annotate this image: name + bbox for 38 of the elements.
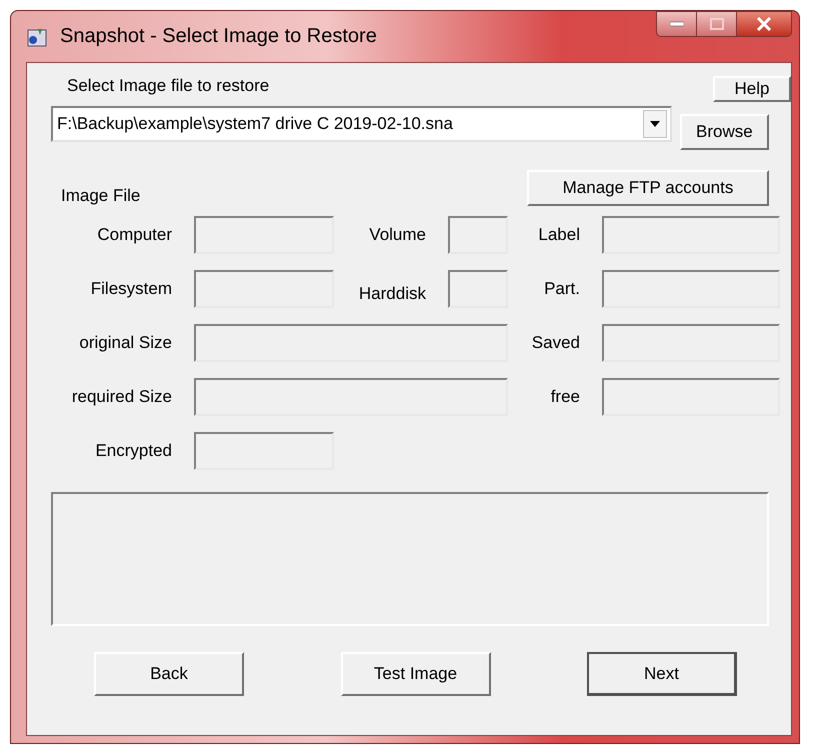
close-button[interactable] [736, 11, 792, 37]
window-title: Snapshot - Select Image to Restore [60, 25, 377, 48]
dialog-button[interactable]: Test Image [340, 652, 490, 696]
read-only-field[interactable] [602, 270, 780, 308]
read-only-field[interactable] [194, 432, 334, 470]
read-only-field[interactable] [602, 324, 780, 362]
field-label: Volume [368, 225, 427, 245]
read-only-field[interactable] [194, 216, 334, 254]
read-only-field[interactable] [448, 216, 508, 254]
read-only-field[interactable] [602, 216, 780, 254]
field-label: Part. [543, 279, 581, 299]
help-button[interactable]: Help [713, 76, 791, 102]
image-file-dropdown[interactable]: F:\Backup\example\system7 drive C 2019-02-10.sna [51, 106, 672, 142]
dialog-button[interactable]: Next [587, 652, 737, 696]
field-label: Encrypted [94, 441, 173, 461]
manage-ftp-button[interactable]: Manage FTP accounts [527, 170, 769, 206]
maximize-button[interactable] [696, 11, 736, 37]
dialog-button[interactable]: Back [94, 652, 244, 696]
field-label: original Size [78, 333, 173, 353]
close-icon [756, 17, 772, 31]
field-label: Harddisk [358, 284, 427, 305]
section-label: Image File [61, 186, 140, 206]
field-label: free [550, 387, 581, 407]
browse-button[interactable]: Browse [680, 114, 769, 150]
read-only-field[interactable] [602, 378, 780, 416]
field-label: Select Image file to restore [66, 76, 270, 97]
field-label: Label [537, 225, 581, 245]
read-only-field[interactable] [448, 270, 508, 308]
maximize-icon [710, 18, 724, 30]
read-only-field[interactable] [194, 324, 508, 362]
field-label: Filesystem [90, 279, 173, 299]
field-label: Saved [530, 333, 581, 353]
field-label: Computer [96, 225, 173, 245]
field-label: required Size [70, 387, 173, 407]
read-only-field[interactable] [194, 270, 334, 308]
minimize-icon [670, 21, 684, 27]
minimize-button[interactable] [656, 11, 696, 37]
read-only-field[interactable] [194, 378, 508, 416]
